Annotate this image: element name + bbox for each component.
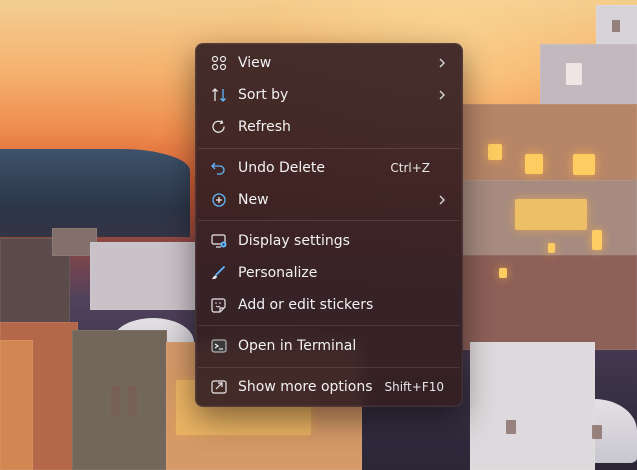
menu-item-label: Sort by <box>238 87 289 103</box>
menu-item-view[interactable]: View <box>196 47 462 79</box>
window-dark-6 <box>128 386 137 416</box>
menu-item-display-settings[interactable]: Display settings <box>196 225 462 257</box>
chevron-right-icon <box>439 58 445 68</box>
window-dark-2 <box>566 63 582 85</box>
menu-item-sort-by[interactable]: Sort by <box>196 79 462 111</box>
menu-item-label: New <box>238 192 269 208</box>
terrace-light-4 <box>515 199 587 230</box>
brush-icon <box>211 266 225 280</box>
menu-separator <box>198 148 460 149</box>
menu-separator <box>198 220 460 221</box>
shortcut-text: Ctrl+Z <box>390 161 430 175</box>
window-dark-5 <box>111 386 120 416</box>
building-right-bottom <box>470 342 595 470</box>
menu-item-undo-delete[interactable]: Undo Delete Ctrl+Z <box>196 152 462 184</box>
sort-icon <box>212 88 226 102</box>
window-light-3 <box>499 268 507 278</box>
menu-item-label: Add or edit stickers <box>238 297 374 313</box>
terrace-light-2 <box>525 154 543 174</box>
undo-icon <box>211 162 225 175</box>
chevron-right-icon <box>439 90 445 100</box>
menu-item-label: Personalize <box>238 265 318 281</box>
menu-separator <box>198 367 460 368</box>
menu-item-open-in-terminal[interactable]: Open in Terminal <box>196 330 462 362</box>
building-left-white <box>90 242 195 310</box>
menu-item-show-more-options[interactable]: Show more options Shift+F10 <box>196 371 462 403</box>
window-light-2 <box>548 243 555 253</box>
building-left-ochre <box>0 340 33 470</box>
menu-item-personalize[interactable]: Personalize <box>196 257 462 289</box>
chevron-right-icon <box>439 195 445 205</box>
menu-item-label: Refresh <box>238 119 291 135</box>
menu-item-label: View <box>238 55 272 71</box>
building-right-lower <box>462 255 637 350</box>
menu-item-add-or-edit-stickers[interactable]: Add or edit stickers <box>196 289 462 321</box>
more-options-icon <box>211 380 227 394</box>
shortcut-text: Shift+F10 <box>384 380 444 394</box>
sticker-icon <box>211 298 226 313</box>
menu-item-label: Display settings <box>238 233 350 249</box>
sea-background <box>0 149 190 237</box>
menu-item-refresh[interactable]: Refresh <box>196 111 462 143</box>
window-dark-4 <box>592 425 602 439</box>
terrace-light-3 <box>573 154 595 175</box>
refresh-icon <box>212 120 225 133</box>
display-settings-icon <box>211 234 227 248</box>
grid-icon <box>211 55 227 71</box>
menu-separator <box>198 325 460 326</box>
building-right-terrace <box>462 104 637 182</box>
desktop-wallpaper[interactable]: View Sort by Refresh Undo Delete Ctrl+Z … <box>0 0 637 470</box>
terrace-light-1 <box>488 144 502 160</box>
desktop-context-menu: View Sort by Refresh Undo Delete Ctrl+Z … <box>195 43 463 407</box>
menu-item-label: Show more options <box>238 379 373 395</box>
new-icon <box>212 193 226 207</box>
menu-item-label: Open in Terminal <box>238 338 357 354</box>
window-light-1 <box>592 230 602 250</box>
terminal-icon <box>211 339 227 353</box>
menu-item-new[interactable]: New <box>196 184 462 216</box>
window-dark-3 <box>506 420 516 434</box>
building-right-upper <box>540 44 637 106</box>
window-dark-1 <box>612 20 620 32</box>
menu-item-label: Undo Delete <box>238 160 326 176</box>
